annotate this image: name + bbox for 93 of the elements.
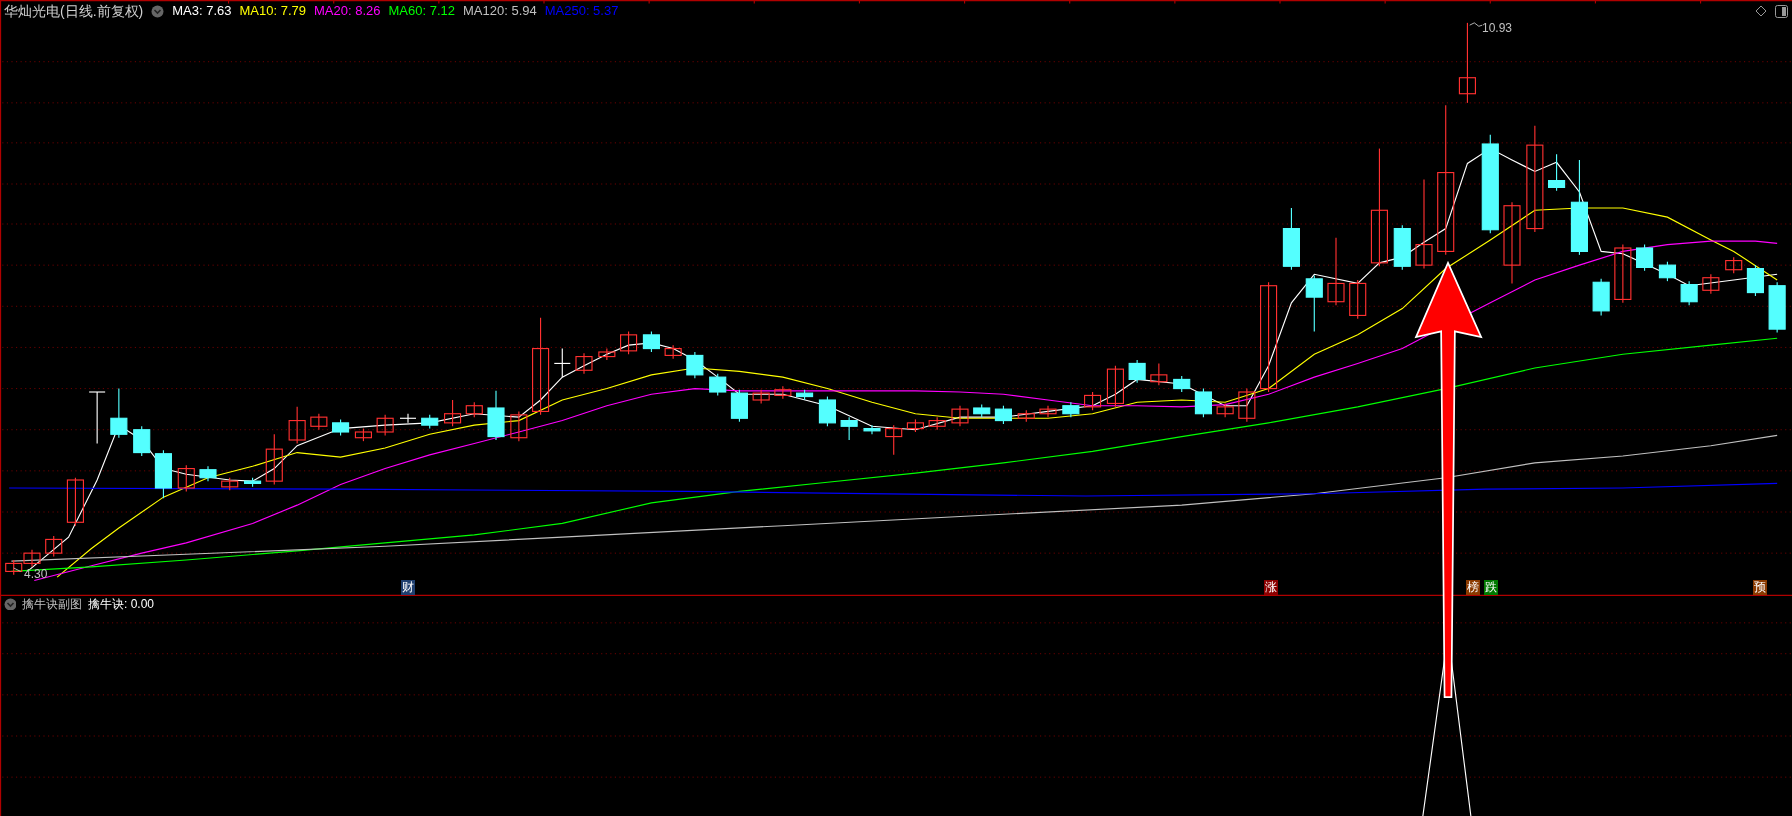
panel-toggle-icon[interactable] (1774, 4, 1788, 18)
candlestick (664, 344, 682, 360)
candlestick (510, 410, 528, 442)
candlestick (310, 413, 328, 431)
candlestick (88, 391, 106, 444)
candlestick (1614, 244, 1632, 304)
candlestick (5, 559, 23, 576)
candlestick (133, 425, 151, 457)
candlestick (1194, 388, 1212, 418)
indicator-value: MA10: 7.79 (239, 2, 306, 20)
event-marker: 跌 (1484, 580, 1498, 595)
candlestick (110, 388, 128, 439)
candlestick (994, 405, 1012, 425)
candlestick (465, 401, 483, 418)
candlestick (1216, 402, 1234, 418)
diamond-icon[interactable] (1754, 4, 1768, 18)
candlestick (332, 418, 350, 436)
candlestick (906, 418, 924, 433)
candlestick (177, 464, 195, 492)
candlestick (1680, 280, 1698, 306)
candlestick (1128, 359, 1146, 384)
candlestick (752, 389, 770, 404)
chevron-down-icon[interactable] (151, 4, 165, 18)
candlestick (709, 373, 727, 396)
candlestick (620, 330, 638, 355)
candlestick (154, 449, 172, 499)
candlestick (1238, 388, 1256, 423)
candlestick (553, 348, 571, 378)
candlestick (376, 414, 394, 436)
candlestick (221, 477, 239, 491)
indicator-value: 擒牛诀: 0.00 (88, 596, 155, 612)
candlestick (1084, 391, 1102, 411)
indicator-value: MA3: 7.63 (172, 2, 232, 20)
candlestick (23, 549, 41, 568)
candlestick (354, 428, 372, 442)
candlestick (487, 390, 505, 441)
chevron-down-icon[interactable] (4, 598, 16, 610)
candlestick (1282, 207, 1300, 271)
candlestick (1039, 405, 1057, 418)
candlestick (1173, 375, 1191, 393)
candlestick (1349, 279, 1367, 320)
candlestick (1636, 244, 1654, 272)
candlestick (421, 414, 439, 430)
chart-title: 擒牛诀副图 (22, 596, 82, 612)
candlestick (1548, 153, 1566, 192)
candlestick (818, 396, 836, 427)
candlestick (1768, 281, 1786, 334)
candlestick (575, 352, 593, 375)
candlestick (1746, 264, 1764, 297)
candlestick (265, 433, 283, 486)
candlestick (244, 477, 262, 488)
candlestick (840, 416, 858, 441)
candlestick (66, 477, 84, 527)
candlestick (642, 330, 660, 353)
event-marker: 预 (1753, 580, 1767, 595)
candlestick (1393, 224, 1411, 271)
event-marker: 财 (401, 580, 415, 595)
leader-line (1469, 22, 1483, 27)
candlestick (45, 535, 63, 558)
candlestick (1592, 278, 1610, 316)
candlestick (951, 405, 969, 427)
indicator-value: MA120: 5.94 (463, 2, 537, 20)
candlestick (1702, 273, 1720, 295)
candlestick (1017, 409, 1035, 423)
candlestick (1150, 362, 1168, 386)
candlestick (598, 348, 616, 361)
candlestick (288, 406, 306, 444)
chart-title: 华灿光电(日线.前复权) (4, 2, 144, 20)
candlestick (863, 424, 881, 435)
candlestick (1327, 237, 1345, 306)
candlestick (973, 404, 991, 418)
candlestick (399, 413, 417, 424)
candlestick (444, 399, 462, 427)
candlestick (1725, 256, 1743, 274)
price-label: 10.93 (1482, 21, 1513, 35)
candlestick (686, 351, 704, 379)
leader-line (13, 567, 22, 572)
candlestick (928, 416, 946, 431)
candlestick (796, 389, 814, 401)
candlestick (885, 424, 903, 456)
candlestick (774, 385, 792, 400)
candlestick (1305, 274, 1323, 332)
indicator-value: MA60: 7.12 (388, 2, 455, 20)
price-label: 4.30 (24, 567, 48, 581)
indicator-value: MA250: 5.37 (544, 2, 619, 20)
event-marker: 涨 (1264, 580, 1278, 595)
candlestick (199, 465, 217, 482)
candlestick (1106, 365, 1124, 408)
indicator-value: MA20: 8.26 (314, 2, 381, 20)
candlestick (730, 389, 748, 423)
event-marker: 榜 (1466, 580, 1480, 595)
candlestick (1062, 401, 1080, 418)
candlestick (1658, 261, 1676, 282)
